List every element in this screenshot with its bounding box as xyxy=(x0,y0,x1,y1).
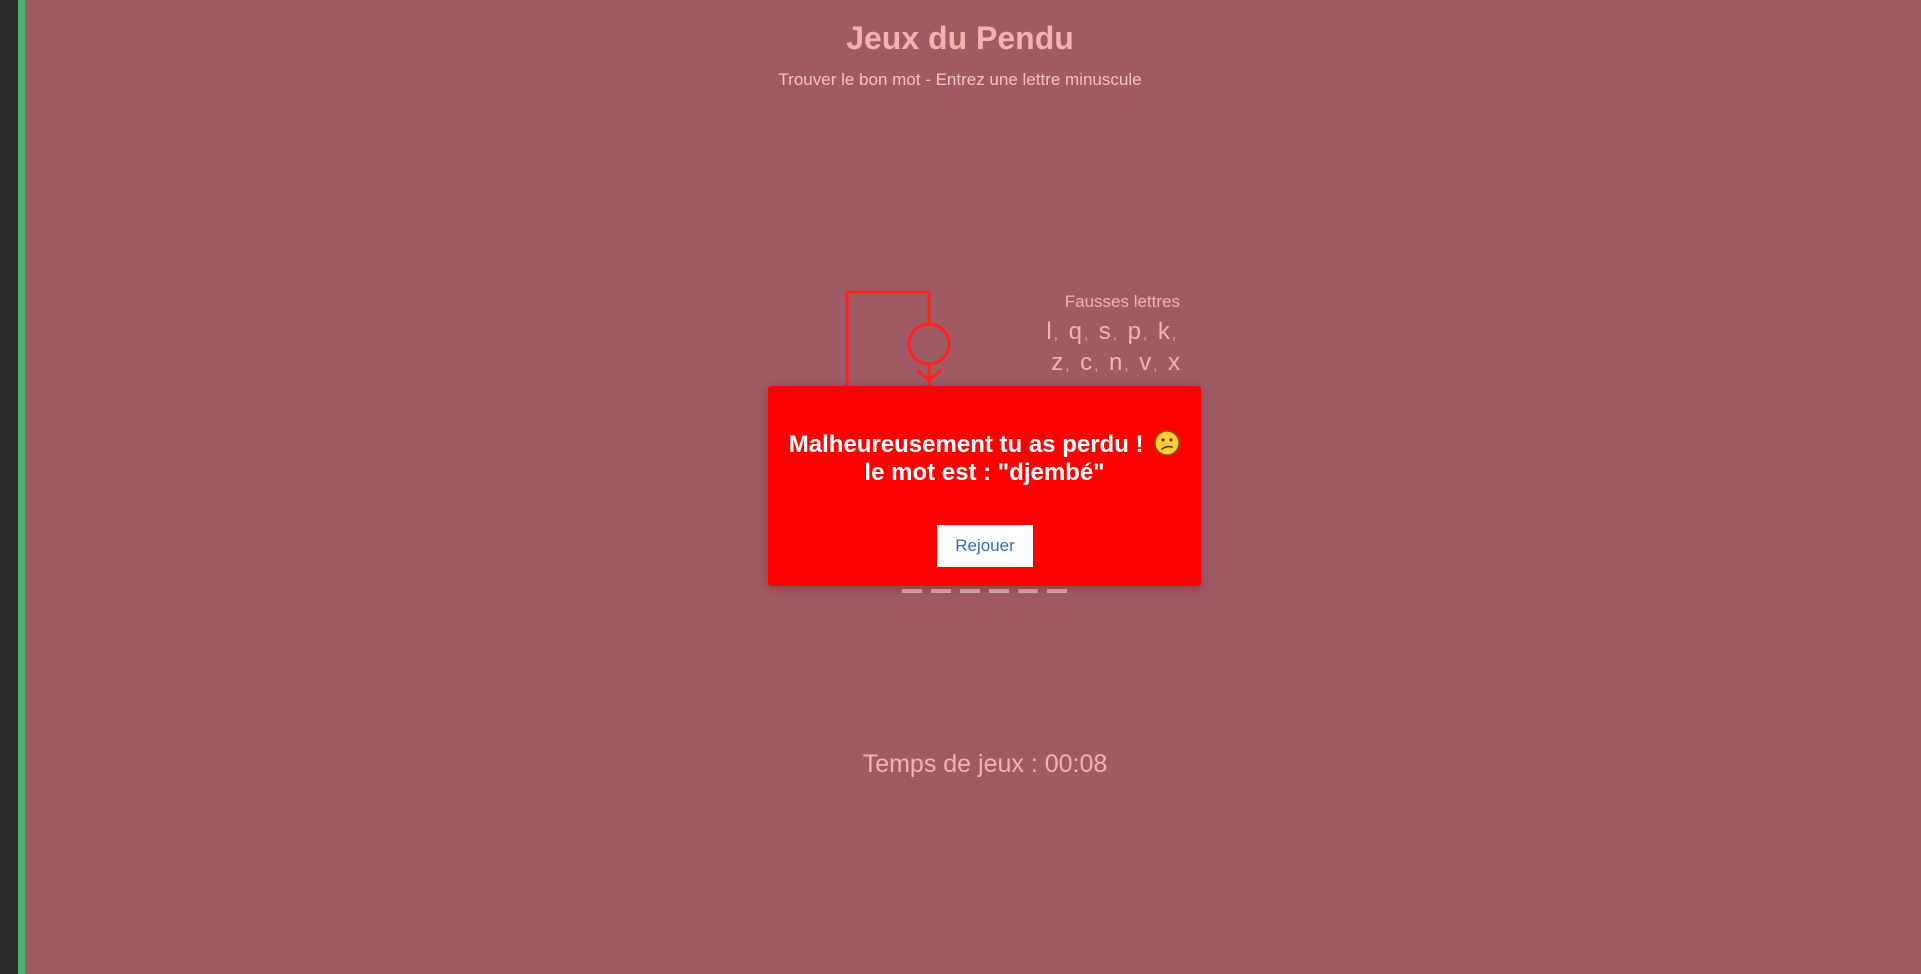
letter-separator: , xyxy=(1124,357,1129,374)
wrong-letter: p xyxy=(1127,318,1141,345)
letter-separator: , xyxy=(1142,326,1148,343)
letter-separator: , xyxy=(1112,326,1117,343)
wrong-letter: l xyxy=(1046,318,1052,345)
letter-separator: , xyxy=(1053,326,1058,343)
replay-button[interactable]: Rejouer xyxy=(937,525,1033,567)
letter-separator: , xyxy=(1094,357,1099,374)
wrong-letter: x xyxy=(1168,349,1180,376)
game-over-modal: Malheureusement tu as perdu ! le mot est… xyxy=(768,386,1201,586)
wrong-letters-title: Fausses lettres xyxy=(1064,292,1180,311)
hangman-head xyxy=(907,322,951,366)
word-blanks xyxy=(902,589,1067,593)
wrong-letters-row-2: z, c, n, v, x xyxy=(1010,349,1180,380)
wrong-letter: q xyxy=(1068,318,1082,345)
wrong-letters-row-1: l, q, s, p, k, xyxy=(1010,318,1180,349)
hangman-drawing xyxy=(845,290,951,400)
letter-blank xyxy=(1018,589,1038,593)
confused-face-icon xyxy=(1154,430,1180,456)
hangman-right-arm xyxy=(928,368,942,382)
page-subtitle: Trouver le bon mot - Entrez une lettre m… xyxy=(778,70,1142,89)
letter-blank xyxy=(960,589,980,593)
wrong-letter: z xyxy=(1051,349,1064,376)
hangman-left-arm xyxy=(916,368,930,382)
wrong-letter: s xyxy=(1098,318,1111,345)
letter-blank xyxy=(1047,589,1067,593)
game-timer: Temps de jeux : 00:08 xyxy=(862,750,1108,778)
letter-blank xyxy=(931,589,951,593)
letter-separator: , xyxy=(1153,357,1158,374)
letter-separator: , xyxy=(1083,326,1089,343)
wrong-letter: n xyxy=(1108,349,1123,376)
letter-separator: , xyxy=(1065,357,1070,374)
game-over-message: Malheureusement tu as perdu ! le mot est… xyxy=(768,430,1201,487)
page-title: Jeux du Pendu xyxy=(846,20,1074,56)
letter-blank xyxy=(902,589,922,593)
wrong-letter: c xyxy=(1080,349,1093,376)
wrong-letter: k xyxy=(1157,318,1170,345)
wrong-letters-panel: Fausses lettres l, q, s, p, k, z, c, n, … xyxy=(1010,292,1180,380)
window-edge-dark xyxy=(0,0,18,974)
lose-message: Malheureusement tu as perdu ! xyxy=(788,431,1144,458)
letter-blank xyxy=(989,589,1009,593)
secret-word-reveal: le mot est : "djembé" xyxy=(864,459,1105,486)
window-edge-accent xyxy=(18,0,25,974)
wrong-letter: v xyxy=(1139,349,1152,376)
letter-separator: , xyxy=(1171,326,1176,343)
